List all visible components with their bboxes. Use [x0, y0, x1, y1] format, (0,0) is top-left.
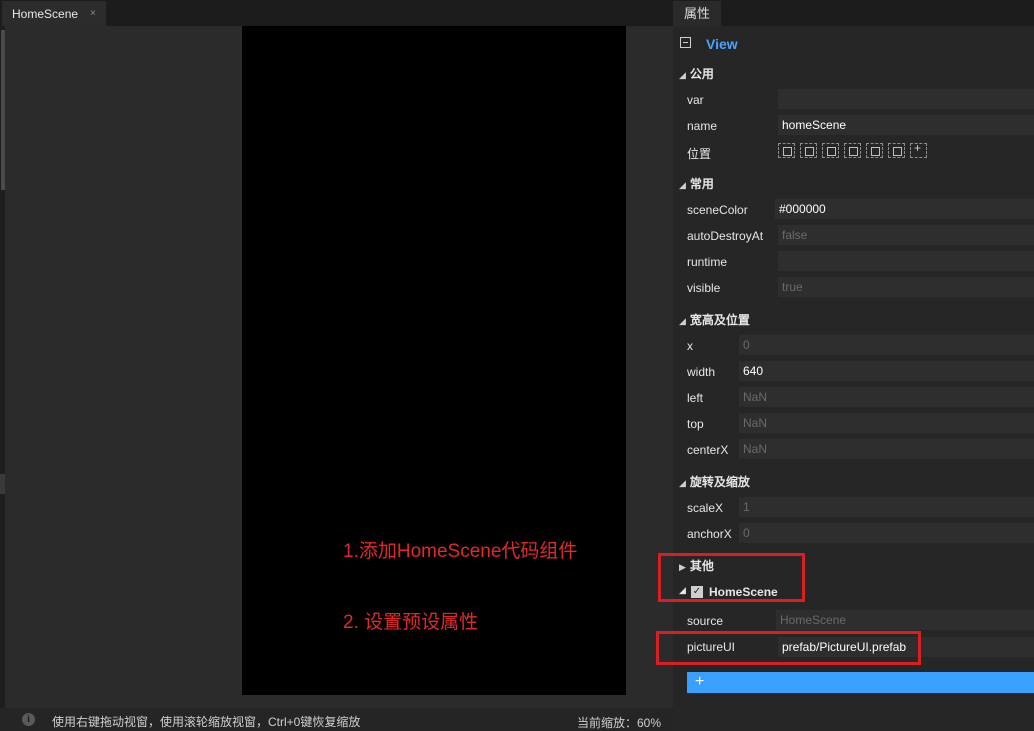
annotation-box-component — [658, 553, 805, 602]
section-size-position[interactable]: ◢ 宽高及位置 — [679, 311, 750, 328]
prop-label-autodestroyat: autoDestroyAt — [687, 229, 764, 243]
align-vertical-center-icon[interactable] — [888, 143, 905, 158]
node-type-title: View — [706, 36, 738, 52]
align-top-right-icon[interactable] — [800, 143, 817, 158]
tab-properties[interactable]: 属性 — [673, 1, 721, 26]
viewport-edge-marker — [0, 474, 5, 494]
panel-tab-bar — [673, 0, 1034, 26]
prop-label-left: left — [687, 391, 704, 405]
tab-homescene[interactable]: HomeScene × — [2, 1, 106, 26]
prop-label-position: 位置 — [687, 147, 712, 161]
align-center-icon[interactable] — [910, 141, 927, 158]
prop-label-visible: visible — [687, 281, 721, 295]
prop-label-scalex: scaleX — [687, 501, 724, 515]
align-horizontal-center-icon[interactable] — [866, 143, 883, 158]
annotation-box-pictureui — [656, 631, 921, 665]
left-field[interactable]: NaN — [739, 387, 1034, 407]
layout-align-buttons — [778, 141, 927, 158]
var-field[interactable] — [778, 89, 1034, 109]
prop-label-var: var — [687, 93, 704, 107]
prop-label-source: source — [687, 614, 724, 628]
collapse-icon[interactable] — [680, 37, 691, 48]
expand-triangle-icon: ◢ — [679, 316, 686, 326]
scene-canvas[interactable] — [242, 26, 626, 695]
expand-triangle-icon: ◢ — [679, 180, 686, 190]
align-bottom-left-icon[interactable] — [822, 143, 839, 158]
name-field[interactable]: homeScene — [778, 115, 1034, 135]
expand-triangle-icon: ◢ — [679, 70, 686, 80]
top-field[interactable]: NaN — [739, 413, 1034, 433]
annotation-step2: 2. 设置预设属性 — [343, 612, 479, 633]
align-bottom-right-icon[interactable] — [844, 143, 861, 158]
centerx-field[interactable]: NaN — [739, 439, 1034, 459]
autodestroyat-field[interactable]: false — [778, 225, 1034, 245]
scenecolor-field[interactable]: #000000 — [775, 199, 1034, 219]
align-top-left-icon[interactable] — [778, 143, 795, 158]
prop-label-width: width — [687, 365, 716, 379]
tab-close-icon[interactable]: × — [90, 8, 96, 19]
section-common[interactable]: ◢ 公用 — [679, 65, 714, 82]
prop-label-scenecolor: sceneColor — [687, 203, 748, 217]
annotation-step1: 1.添加HomeScene代码组件 — [343, 541, 578, 562]
add-component-button[interactable]: + — [687, 672, 1034, 693]
runtime-field[interactable] — [778, 251, 1034, 271]
zoom-level: 当前缩放：60% — [577, 716, 662, 730]
anchorx-field[interactable]: 0 — [739, 523, 1034, 543]
prop-label-anchorx: anchorX — [687, 527, 732, 541]
expand-triangle-icon: ◢ — [679, 478, 686, 488]
section-rotate-scale[interactable]: ◢ 旋转及缩放 — [679, 473, 750, 490]
viewport-scrollbar-thumb[interactable] — [1, 30, 5, 190]
x-field[interactable]: 0 — [739, 335, 1034, 355]
width-field[interactable]: 640 — [739, 361, 1034, 381]
source-field[interactable]: HomeScene — [776, 610, 1034, 630]
prop-label-centerx: centerX — [687, 443, 729, 457]
scalex-field[interactable]: 1 — [739, 497, 1034, 517]
visible-field[interactable]: true — [778, 277, 1034, 297]
status-hint: 使用右键拖动视窗，使用滚轮缩放视窗，Ctrl+0键恢复缩放 — [52, 715, 361, 729]
prop-label-x: x — [687, 339, 693, 353]
tab-label: HomeScene — [12, 6, 79, 21]
info-icon: i — [22, 713, 35, 726]
section-frequent[interactable]: ◢ 常用 — [679, 175, 714, 192]
prop-label-name: name — [687, 119, 718, 133]
prop-label-top: top — [687, 417, 704, 431]
prop-label-runtime: runtime — [687, 255, 728, 269]
